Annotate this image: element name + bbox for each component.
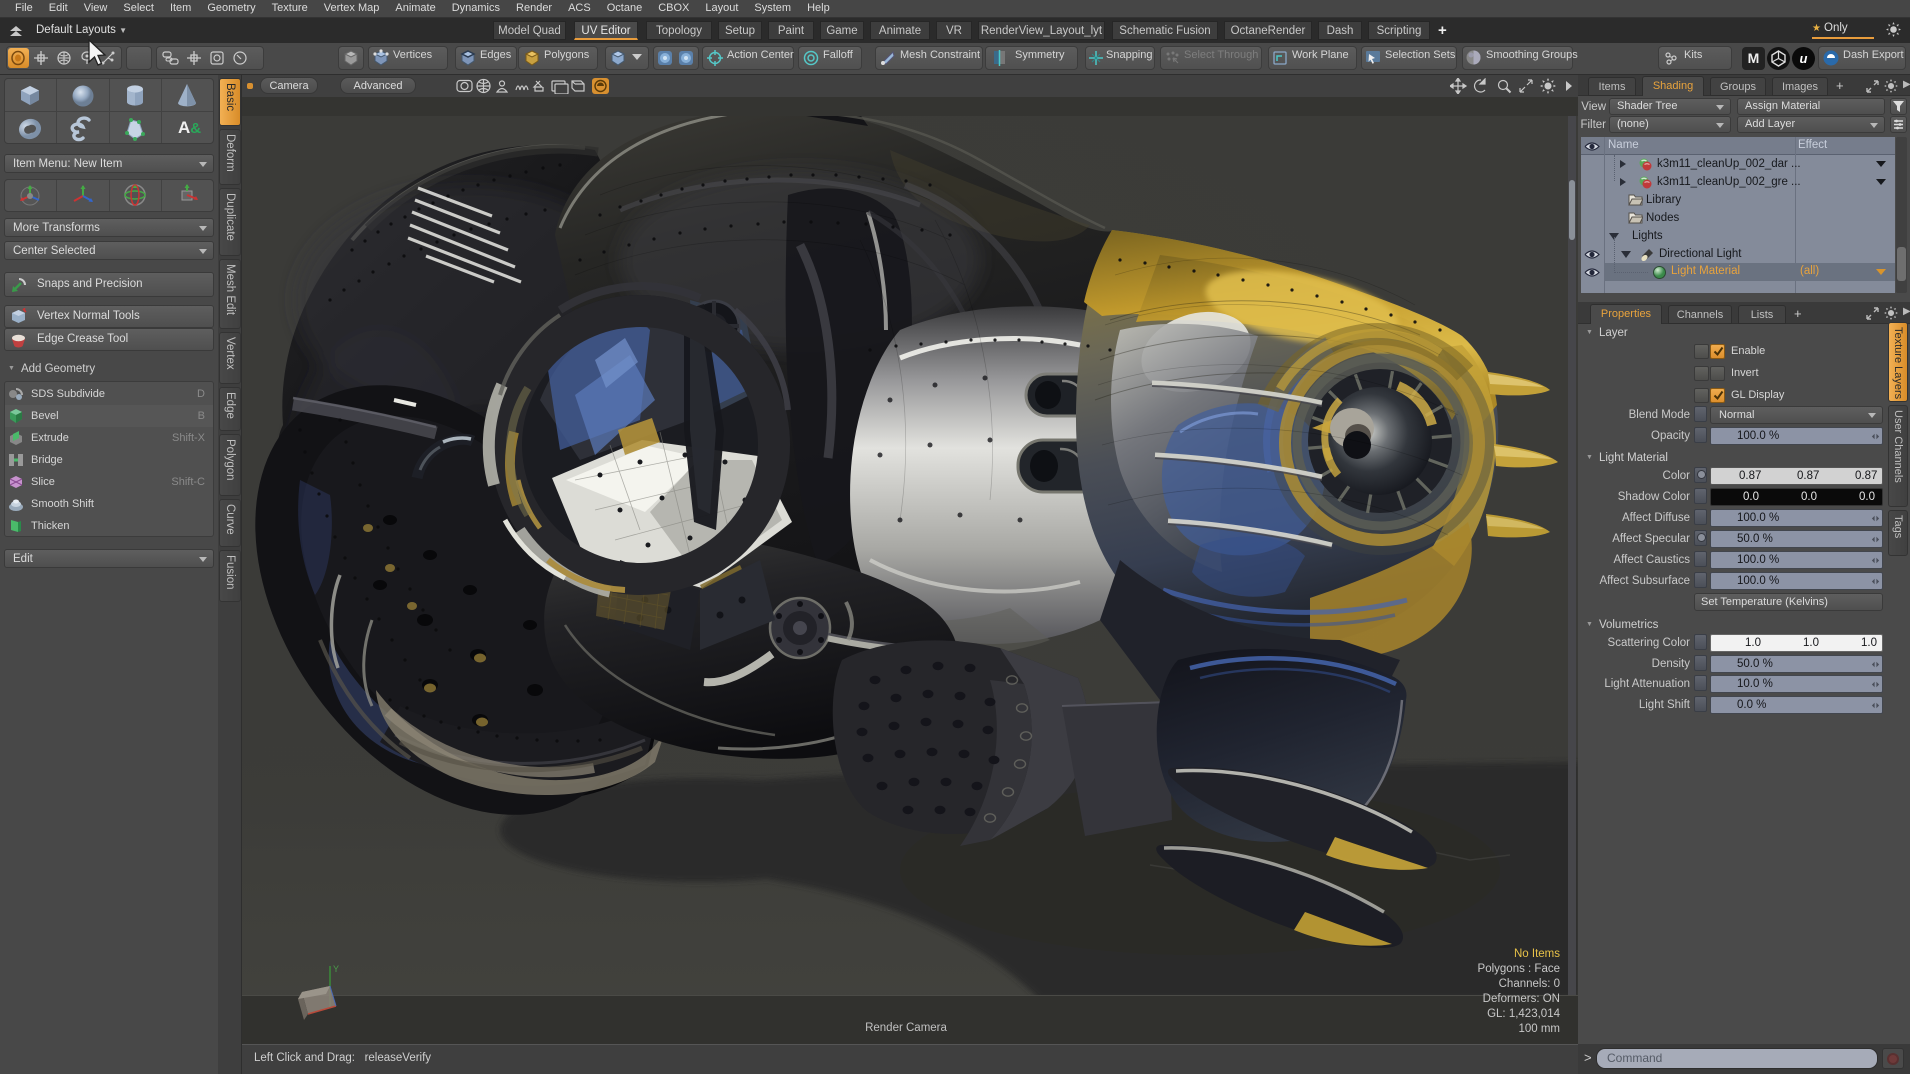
svg-text:Channels: 0: Channels: 0 [1499, 978, 1560, 990]
svg-text:Polygons : Face: Polygons : Face [1478, 963, 1560, 975]
svg-text:GL: 1,423,014: GL: 1,423,014 [1487, 1008, 1560, 1020]
svg-text:100 mm: 100 mm [1518, 1023, 1560, 1035]
svg-text:No Items: No Items [1514, 948, 1560, 960]
svg-text:Render Camera: Render Camera [865, 1022, 947, 1034]
svg-text:Deformers: ON: Deformers: ON [1483, 993, 1560, 1005]
svg-text:Y: Y [333, 964, 339, 974]
